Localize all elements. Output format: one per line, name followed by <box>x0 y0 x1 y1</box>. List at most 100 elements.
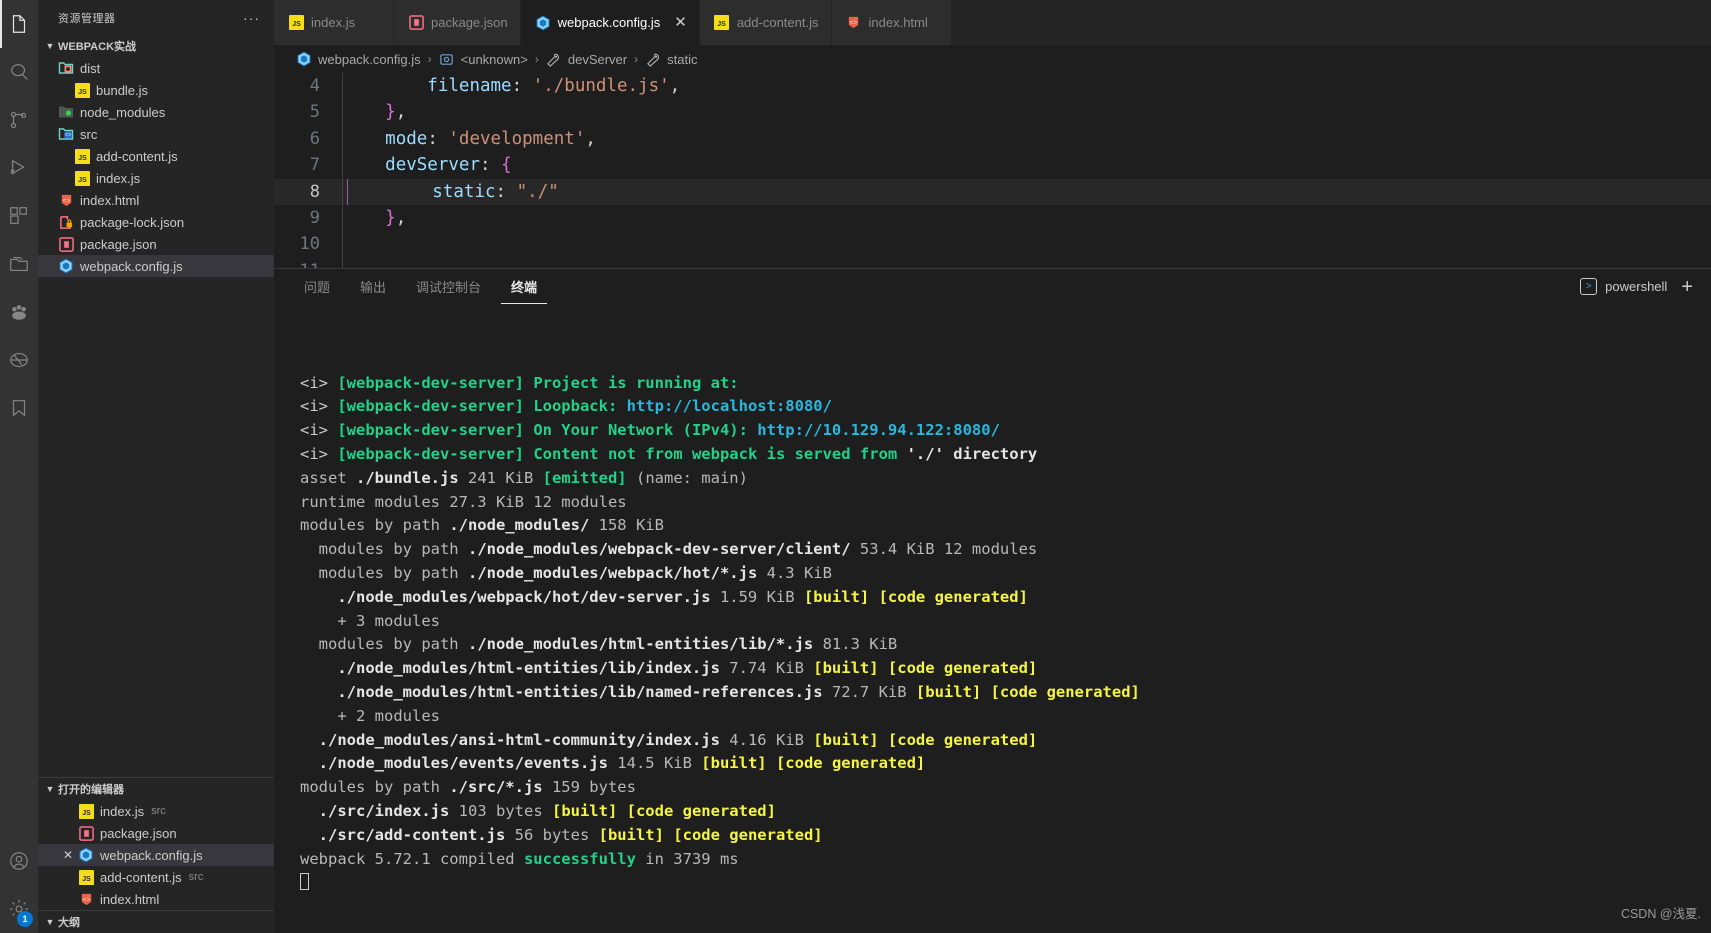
file-tree-item[interactable]: webpack.config.js <box>38 255 274 277</box>
terminal-text: 56 bytes <box>505 825 599 844</box>
code-text: filename: './bundle.js', <box>343 73 1711 99</box>
svg-text:JS: JS <box>292 21 301 28</box>
open-editor-item[interactable]: package.json <box>38 822 274 844</box>
terminal-text: modules by path <box>300 563 468 582</box>
terminal-output[interactable]: <i> [webpack-dev-server] Project is runn… <box>274 304 1711 933</box>
editor-tab[interactable]: webpack.config.js ✕ <box>520 0 700 45</box>
breadcrumb-item[interactable]: <unknown> <box>439 51 528 67</box>
terminal-text: [built] [code generated] <box>803 587 1028 606</box>
extensions-icon[interactable] <box>0 192 38 240</box>
source-control-icon[interactable] <box>0 96 38 144</box>
test-beaker-icon[interactable] <box>0 288 38 336</box>
webpack-icon <box>78 847 94 863</box>
terminal-text: 4.16 KiB <box>719 730 814 749</box>
file-tree: dist JS bundle.js node_modules <> src JS add-co… <box>38 57 274 277</box>
file-tree-item-label: dist <box>80 60 101 76</box>
terminal-line: ./node_modules/html-entities/lib/named-r… <box>300 681 1711 705</box>
outline-header[interactable]: ▼ 大纲 <box>38 911 274 933</box>
explorer-icon[interactable] <box>0 0 38 48</box>
file-tree-item[interactable]: JS bundle.js <box>38 79 274 101</box>
search-icon[interactable] <box>0 48 38 96</box>
editor-tab[interactable]: JS add-content.js <box>699 0 832 45</box>
panel-tab[interactable]: 调试控制台 <box>406 269 491 304</box>
file-tree-item[interactable]: JS add-content.js <box>38 145 274 167</box>
panel-tab[interactable]: 终端 <box>501 269 548 304</box>
run-and-debug-icon[interactable] <box>0 144 38 192</box>
terminal-text: ./node_modules/ <box>449 516 590 535</box>
code-line: 9 }, <box>274 204 1711 232</box>
js-icon: JS <box>74 148 90 164</box>
terminal-text: http://10.129.94.122:8080/ <box>757 421 1000 440</box>
file-tree-item[interactable]: <> index.html <box>38 189 274 211</box>
settings-gear-icon[interactable] <box>0 885 38 933</box>
file-tree-item[interactable]: JS index.js <box>38 167 274 189</box>
code-token: devServer <box>385 155 480 176</box>
breadcrumb-item[interactable]: static <box>645 51 697 67</box>
panel-tab-label: 问题 <box>304 279 331 295</box>
terminal-text: ./node_modules/webpack/hot/dev-server.js <box>337 587 711 606</box>
project-root-row[interactable]: ▼ WEBPACK实战 <box>38 35 274 57</box>
open-editor-item[interactable]: JS index.js src <box>38 800 274 822</box>
editor-tab-label: webpack.config.js <box>557 15 661 30</box>
close-icon[interactable]: ✕ <box>674 15 687 30</box>
terminal-text: in 3739 ms <box>635 849 739 868</box>
code-text: mode: 'development', <box>343 126 1711 152</box>
file-tree-item[interactable]: dist <box>38 57 274 79</box>
sidebar-title: 资源管理器 <box>58 12 116 25</box>
bottom-panel: 问题 输出 调试控制台 终端 > powershell + <i> [webpack-… <box>274 268 1711 933</box>
terminal-text: directory <box>953 444 1038 463</box>
terminal-text: [webpack-dev-server] <box>337 421 524 440</box>
vscode-window: 1 资源管理器 ··· ▼ WEBPACK实战 dist JS bundle.js n… <box>0 0 1711 933</box>
chevron-down-icon: ▼ <box>45 917 55 927</box>
file-tree-item[interactable]: <> src <box>38 123 274 145</box>
open-editor-item[interactable]: <> index.html <box>38 888 274 910</box>
open-editor-item[interactable]: ✕ webpack.config.js <box>38 844 274 866</box>
terminal-line: ./node_modules/events/events.js 14.5 KiB… <box>300 752 1711 776</box>
json-icon <box>408 15 424 31</box>
terminal-lines: <i> [webpack-dev-server] Project is runn… <box>300 372 1711 896</box>
terminal-text: 159 bytes <box>542 778 636 797</box>
sidebar-more-actions-icon[interactable]: ··· <box>237 10 266 26</box>
terminal-text: + 2 modules <box>300 706 440 725</box>
terminal-shell-selector[interactable]: > powershell <box>1580 278 1667 295</box>
open-editors-title: 打开的编辑器 <box>58 784 124 796</box>
code-token: filename <box>427 76 512 96</box>
terminal-text: modules by path <box>300 778 450 797</box>
code-token: , <box>395 102 407 123</box>
file-tree-item[interactable]: package.json <box>38 233 274 255</box>
panel-tab[interactable]: 输出 <box>350 269 396 304</box>
close-icon[interactable]: ✕ <box>60 848 76 862</box>
editor-tab[interactable]: <> index.html <box>831 0 952 45</box>
editor-tab[interactable]: JS index.js <box>274 0 394 45</box>
terminal-line: modules by path ./node_modules/ 158 KiB <box>300 514 1711 538</box>
terminal-text: modules by path <box>300 635 468 654</box>
open-editor-item[interactable]: JS add-content.js src <box>38 866 274 888</box>
remote-explorer-icon[interactable] <box>0 240 38 288</box>
terminal-cursor-line <box>300 871 1711 895</box>
terminal-text: 14.5 KiB <box>607 754 702 773</box>
panel-tab[interactable]: 问题 <box>294 269 340 304</box>
code-editor[interactable]: 4 filename: './bundle.js', 5 }, 6 mode: 'd… <box>274 73 1711 268</box>
code-text: }, <box>343 99 1711 125</box>
code-content: 4 filename: './bundle.js', 5 }, 6 mode: 'd… <box>274 73 1711 268</box>
share-icon[interactable] <box>0 336 38 384</box>
new-terminal-button[interactable]: + <box>1677 277 1697 297</box>
open-editors-header[interactable]: ▼ 打开的编辑器 <box>38 778 274 800</box>
breadcrumb-item[interactable]: devServer <box>546 51 627 67</box>
bookmark-icon[interactable] <box>0 384 38 432</box>
file-tree-item[interactable]: node_modules <box>38 101 274 123</box>
accounts-icon[interactable] <box>0 837 38 885</box>
file-tree-item[interactable]: package-lock.json <box>38 211 274 233</box>
terminal-text: ./src/add-content.js <box>318 825 506 844</box>
editor-tab[interactable]: package.json <box>394 0 521 45</box>
terminal-text: modules by path <box>300 540 468 559</box>
symbol-object-icon <box>439 51 455 67</box>
html-icon: <> <box>78 891 94 907</box>
code-token: : <box>427 128 449 149</box>
editor-tab-label: index.js <box>311 15 356 30</box>
json-icon <box>58 236 74 252</box>
breadcrumb-item[interactable]: webpack.config.js <box>296 51 421 67</box>
